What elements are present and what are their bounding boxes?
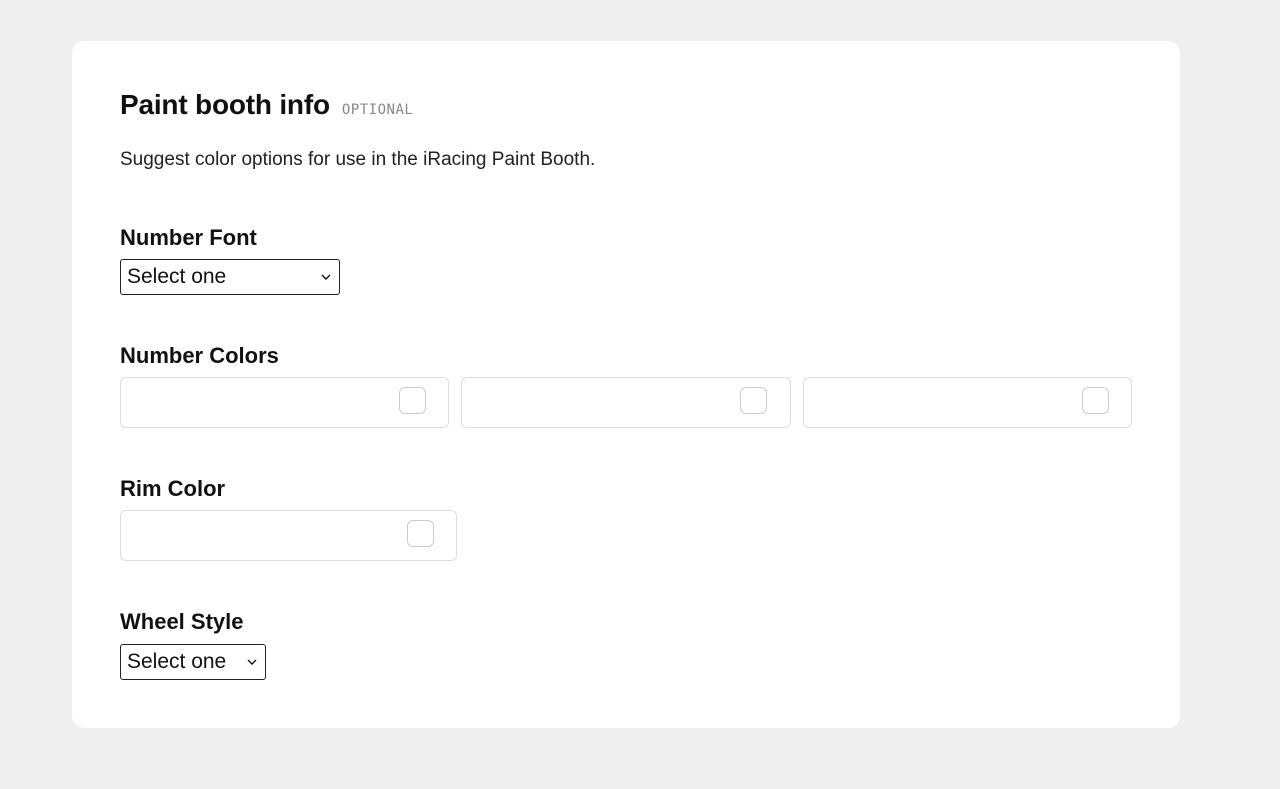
wheel-style-select[interactable]: Select one [120,644,266,680]
color-swatch-icon[interactable] [1082,387,1109,414]
chevron-down-icon [321,274,331,280]
section-description: Suggest color options for use in the iRa… [120,149,596,170]
section-header: Paint booth info OPTIONAL [120,89,413,121]
wheel-style-label: Wheel Style [120,609,244,634]
section-title: Paint booth info [120,89,330,120]
chevron-down-icon [247,659,257,665]
number-color-input-1[interactable] [120,377,449,428]
color-swatch-icon[interactable] [407,520,434,547]
paint-booth-card: Paint booth info OPTIONAL Suggest color … [72,41,1180,728]
rim-color-input[interactable] [120,510,457,561]
number-font-selected-value: Select one [127,265,227,288]
number-colors-label: Number Colors [120,343,279,368]
number-color-input-2[interactable] [461,377,791,428]
rim-color-label: Rim Color [120,476,226,501]
optional-badge: OPTIONAL [341,102,414,118]
color-swatch-icon[interactable] [399,387,426,414]
wheel-style-selected-value: Select one [127,650,227,673]
number-color-input-3[interactable] [803,377,1132,428]
number-font-label: Number Font [120,225,257,250]
number-font-select[interactable]: Select one [120,259,340,295]
color-swatch-icon[interactable] [740,387,767,414]
